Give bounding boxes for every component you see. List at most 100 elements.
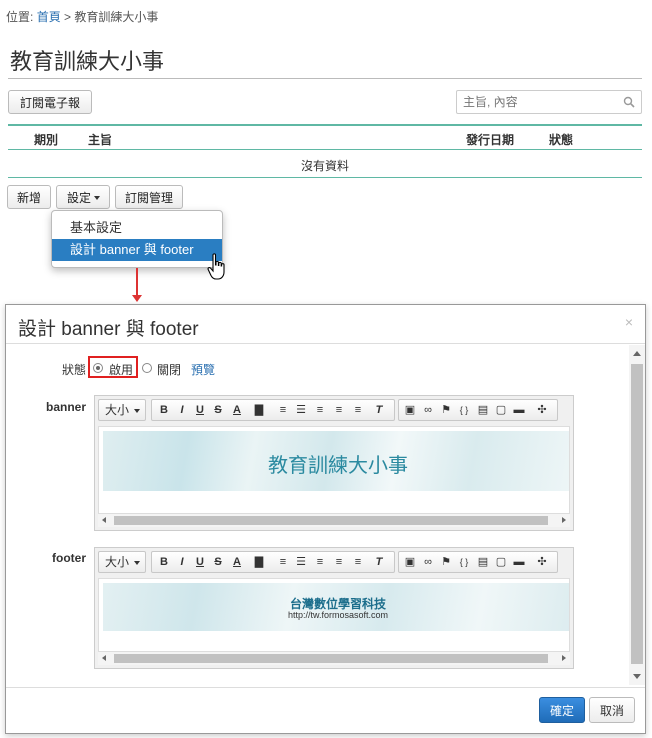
- align-left-icon[interactable]: ≡: [313, 403, 327, 417]
- caret-down-icon: [134, 409, 140, 413]
- scroll-right-arrow-icon[interactable]: [562, 517, 566, 523]
- dialog-header-divider: [6, 343, 645, 344]
- banner-horizontal-scrollbar[interactable]: [98, 514, 570, 527]
- ordered-list-icon[interactable]: ≡: [276, 555, 290, 569]
- table-top-border: [8, 124, 642, 126]
- column-header-status: 狀態: [549, 133, 574, 147]
- breadcrumb-prefix: 位置:: [6, 10, 34, 24]
- preview-link[interactable]: 預覽: [191, 361, 215, 378]
- scrollbar-thumb[interactable]: [631, 364, 643, 664]
- search-box: [456, 90, 642, 114]
- align-center-icon[interactable]: ≡: [332, 403, 346, 417]
- menu-item-design-banner-footer[interactable]: 設計 banner 與 footer: [52, 239, 222, 261]
- pointer-arrow-line: [136, 268, 138, 296]
- status-label: 狀態: [62, 363, 87, 377]
- code-icon[interactable]: { }: [457, 555, 471, 569]
- fullscreen-icon[interactable]: ✣: [535, 403, 549, 417]
- scroll-left-arrow-icon[interactable]: [102, 655, 106, 661]
- clear-format-icon[interactable]: T: [372, 555, 386, 569]
- ordered-list-icon[interactable]: ≡: [276, 403, 290, 417]
- status-disabled-radio[interactable]: [142, 363, 152, 373]
- unordered-list-icon[interactable]: ☰: [294, 555, 308, 569]
- format-toolbar-group: B I U S A ▇ ≡ ☰ ≡ ≡ ≡ T: [151, 399, 395, 421]
- caret-down-icon: [94, 196, 100, 200]
- breadcrumb-separator: >: [64, 10, 72, 24]
- breadcrumb-home-link[interactable]: 首頁: [37, 10, 61, 24]
- footer-label: footer: [52, 551, 86, 565]
- ok-button[interactable]: 確定: [539, 697, 585, 723]
- banner-image-text: 教育訓練大小事: [268, 455, 408, 477]
- settings-dropdown-button[interactable]: 設定: [56, 185, 110, 209]
- strikethrough-icon[interactable]: S: [211, 403, 225, 417]
- italic-icon[interactable]: I: [175, 403, 189, 417]
- banner-image: 教育訓練大小事: [103, 431, 569, 491]
- add-button[interactable]: 新增: [7, 185, 51, 209]
- align-right-icon[interactable]: ≡: [351, 555, 365, 569]
- font-size-select[interactable]: 大小: [98, 551, 146, 573]
- align-left-icon[interactable]: ≡: [313, 555, 327, 569]
- folder-icon[interactable]: ▬: [512, 555, 526, 569]
- flag-icon[interactable]: ⚑: [439, 555, 453, 569]
- scroll-down-arrow-icon[interactable]: [633, 674, 641, 679]
- text-color-icon[interactable]: A: [230, 403, 244, 417]
- image-icon[interactable]: ▣: [403, 403, 417, 417]
- dialog-footer-divider: [6, 687, 645, 688]
- bold-icon[interactable]: B: [157, 403, 171, 417]
- breadcrumb-current: 教育訓練大小事: [74, 10, 159, 24]
- title-divider: [8, 78, 642, 79]
- dialog-title: 設計 banner 與 footer: [18, 319, 199, 340]
- scrollbar-thumb[interactable]: [114, 516, 548, 525]
- flag-icon[interactable]: ⚑: [439, 403, 453, 417]
- scroll-left-arrow-icon[interactable]: [102, 517, 106, 523]
- template-icon[interactable]: ▢: [494, 403, 508, 417]
- underline-icon[interactable]: U: [193, 403, 207, 417]
- text-color-icon[interactable]: A: [230, 555, 244, 569]
- subscribe-newsletter-button[interactable]: 訂閱電子報: [8, 90, 92, 114]
- banner-editor-toolbar: 大小 B I U S A ▇ ≡ ☰ ≡ ≡ ≡ T ▣ ∞ ⚑ {} ▤ ▢…: [98, 399, 570, 421]
- folder-icon[interactable]: ▬: [512, 403, 526, 417]
- scroll-right-arrow-icon[interactable]: [562, 655, 566, 661]
- status-enabled-radio[interactable]: [93, 363, 103, 373]
- italic-icon[interactable]: I: [175, 555, 189, 569]
- save-icon[interactable]: ▤: [476, 403, 490, 417]
- menu-item-basic-settings[interactable]: 基本設定: [52, 217, 222, 239]
- hand-pointer-icon: [207, 253, 225, 280]
- dialog-vertical-scrollbar[interactable]: [629, 345, 645, 685]
- banner-editor: 大小 B I U S A ▇ ≡ ☰ ≡ ≡ ≡ T ▣ ∞ ⚑ {} ▤ ▢…: [94, 395, 574, 531]
- footer-horizontal-scrollbar[interactable]: [98, 652, 570, 665]
- footer-image: 台灣數位學習科技 http://tw.formosasoft.com: [103, 583, 569, 631]
- bold-icon[interactable]: B: [157, 555, 171, 569]
- scrollbar-thumb[interactable]: [114, 654, 548, 663]
- unordered-list-icon[interactable]: ☰: [294, 403, 308, 417]
- align-center-icon[interactable]: ≡: [332, 555, 346, 569]
- font-size-select[interactable]: 大小: [98, 399, 146, 421]
- insert-toolbar-group: ▣ ∞ ⚑ { } ▤ ▢ ▬ ✣: [398, 551, 558, 573]
- close-icon[interactable]: ×: [625, 314, 633, 330]
- template-icon[interactable]: ▢: [494, 555, 508, 569]
- pointer-arrow-head: [132, 295, 142, 302]
- link-icon[interactable]: ∞: [421, 555, 435, 569]
- background-color-icon[interactable]: ▇: [252, 403, 266, 417]
- cancel-button[interactable]: 取消: [589, 697, 635, 723]
- scroll-up-arrow-icon[interactable]: [633, 351, 641, 356]
- search-icon[interactable]: [623, 96, 635, 108]
- dialog-body: 狀態 啟用 關閉 預覽 banner 大小 B I U S A ▇ ≡ ☰ ≡ …: [6, 345, 630, 685]
- background-color-icon[interactable]: ▇: [252, 555, 266, 569]
- status-enabled-label: 啟用: [109, 363, 134, 377]
- code-icon[interactable]: { }: [457, 403, 471, 417]
- underline-icon[interactable]: U: [193, 555, 207, 569]
- align-right-icon[interactable]: ≡: [351, 403, 365, 417]
- fullscreen-icon[interactable]: ✣: [535, 555, 549, 569]
- table-header-divider: [8, 149, 642, 150]
- footer-content-area[interactable]: 台灣數位學習科技 http://tw.formosasoft.com: [98, 578, 570, 652]
- banner-content-area[interactable]: 教育訓練大小事: [98, 426, 570, 514]
- link-icon[interactable]: ∞: [421, 403, 435, 417]
- save-icon[interactable]: ▤: [476, 555, 490, 569]
- banner-label: banner: [46, 400, 87, 414]
- search-input[interactable]: [457, 91, 617, 113]
- caret-down-icon: [134, 561, 140, 565]
- subscription-manage-button[interactable]: 訂閱管理: [115, 185, 183, 209]
- strikethrough-icon[interactable]: S: [211, 555, 225, 569]
- clear-format-icon[interactable]: T: [372, 403, 386, 417]
- image-icon[interactable]: ▣: [403, 555, 417, 569]
